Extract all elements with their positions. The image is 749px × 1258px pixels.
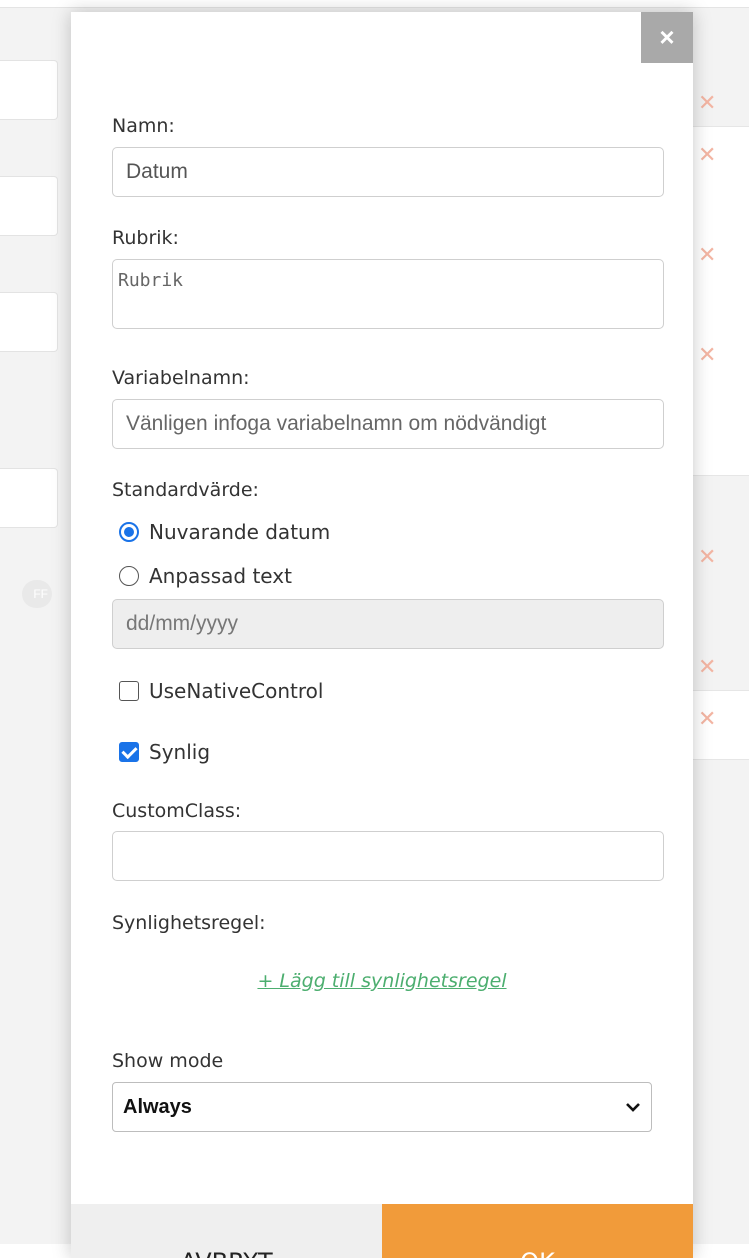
radio-button-unchecked[interactable] [119,566,139,586]
variable-name-placeholder: Vänligen infoga variabelnamn om nödvändi… [126,412,547,435]
radio-button-checked[interactable] [119,522,139,542]
heading-placeholder: Rubrik [118,270,184,291]
cancel-button-label: AVBRYT [180,1248,272,1258]
remove-icon: ✕ [698,706,717,731]
heading-textarea[interactable]: Rubrik [112,259,664,329]
name-input[interactable]: Datum [112,147,664,197]
remove-icon: ✕ [698,342,717,367]
chevron-down-icon [625,1101,641,1113]
show-mode-select[interactable]: Always [112,1082,652,1132]
remove-icon: ✕ [698,90,717,115]
background-field [0,468,58,528]
use-native-control-label: UseNativeControl [149,679,324,703]
background-field [0,292,58,352]
visible-checkbox-row[interactable]: Synlig [119,740,210,764]
custom-date-input[interactable]: dd/mm/yyyy [112,599,664,649]
remove-icon: ✕ [698,142,717,167]
variable-name-input[interactable]: Vänligen infoga variabelnamn om nödvändi… [112,399,664,449]
radio-current-date[interactable]: Nuvarande datum [119,520,330,544]
heading-label: Rubrik: [112,227,179,249]
visibility-rule-label: Synlighetsregel: [112,912,266,934]
ok-button-label: OK [520,1248,555,1258]
dialog-footer: AVBRYT OK [71,1204,693,1258]
use-native-control-checkbox-row[interactable]: UseNativeControl [119,679,323,703]
visible-checkbox[interactable] [119,742,139,762]
background-panel [690,126,749,476]
custom-date-placeholder: dd/mm/yyyy [126,612,239,635]
date-field-settings-dialog: × Namn: Datum Rubrik: Rubrik Variabelnam… [71,12,693,1258]
background-field [0,176,58,236]
background-field [0,60,58,120]
default-value-label: Standardvärde: [112,479,259,501]
background-toggle: FF [22,580,52,608]
add-visibility-rule-link[interactable]: + Lägg till synlighetsregel [71,970,693,992]
use-native-control-checkbox[interactable] [119,681,139,701]
radio-custom-text[interactable]: Anpassad text [119,564,292,588]
variable-name-label: Variabelnamn: [112,367,250,389]
background-top-bar [0,0,749,8]
radio-custom-text-label: Anpassad text [149,564,292,588]
name-input-value: Datum [126,160,188,183]
ok-button[interactable]: OK [382,1204,693,1258]
close-button[interactable]: × [641,12,693,63]
remove-icon: ✕ [698,544,717,569]
remove-icon: ✕ [698,242,717,267]
name-label: Namn: [112,115,175,137]
close-icon[interactable]: × [659,22,674,53]
custom-class-input[interactable] [112,831,664,881]
radio-current-date-label: Nuvarande datum [149,520,331,544]
cancel-button[interactable]: AVBRYT [71,1204,382,1258]
custom-class-label: CustomClass: [112,800,242,822]
show-mode-selected: Always [123,1095,192,1118]
remove-icon: ✕ [698,654,717,679]
visible-label: Synlig [149,740,211,764]
show-mode-label: Show mode [112,1050,224,1072]
